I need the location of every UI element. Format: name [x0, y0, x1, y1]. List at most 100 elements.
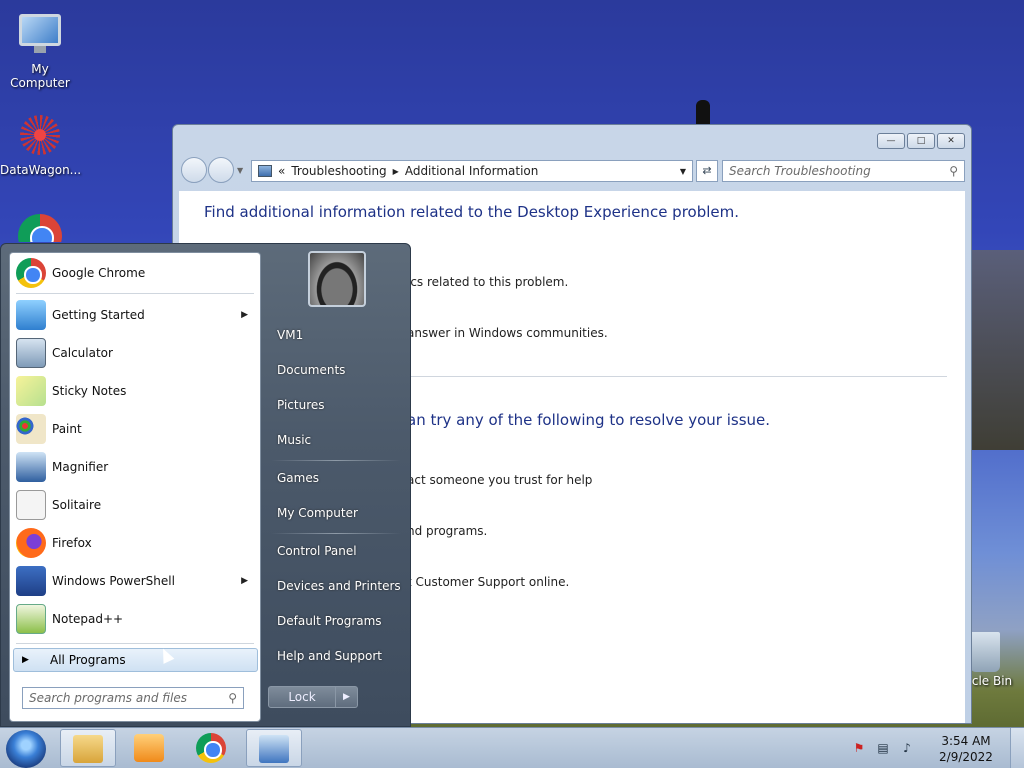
- user-avatar[interactable]: [308, 251, 366, 307]
- taskbar-control-panel[interactable]: [246, 729, 302, 767]
- breadcrumb-troubleshooting[interactable]: Troubleshooting: [291, 164, 386, 178]
- taskbar-chrome[interactable]: [184, 729, 240, 767]
- all-programs-arrow-icon: ▶: [22, 655, 29, 665]
- all-programs-button[interactable]: ▶ All Programs: [13, 648, 258, 672]
- start-right-music[interactable]: Music: [277, 433, 311, 447]
- address-bar[interactable]: « Troubleshooting ▶ Additional Informati…: [251, 160, 693, 182]
- clock-time: 3:54 AM: [941, 733, 991, 748]
- breadcrumb-additional-information[interactable]: Additional Information: [405, 164, 539, 178]
- lock-control: Lock ▶: [268, 686, 358, 708]
- taskbar: ⚑ ▤ ♪ 3:54 AM 2/9/2022: [0, 727, 1024, 768]
- start-right-control-panel[interactable]: Control Panel: [277, 544, 357, 558]
- recent-pages-dropdown[interactable]: ▼: [237, 166, 243, 175]
- taskbar-media-player[interactable]: [122, 729, 178, 767]
- program-label: Google Chrome: [52, 266, 146, 280]
- all-programs-label: All Programs: [50, 653, 126, 667]
- breadcrumb-overflow[interactable]: «: [278, 164, 285, 178]
- chrome-icon: [196, 733, 226, 763]
- program-label: Paint: [52, 422, 82, 436]
- submenu-arrow-icon: ▶: [241, 576, 248, 586]
- back-button[interactable]: [181, 157, 207, 183]
- start-right-vm1[interactable]: VM1: [277, 328, 303, 342]
- program-paint[interactable]: Paint: [12, 411, 258, 447]
- start-right-default-programs[interactable]: Default Programs: [277, 614, 382, 628]
- desktop-icon-datawagon[interactable]: DataWagon...: [0, 112, 81, 177]
- paint-icon: [16, 414, 46, 444]
- volume-icon[interactable]: ♪: [898, 741, 916, 757]
- program-label: Firefox: [52, 536, 92, 550]
- start-right-pictures[interactable]: Pictures: [277, 398, 325, 412]
- program-calculator[interactable]: Calculator: [12, 335, 258, 371]
- program-firefox[interactable]: Firefox: [12, 525, 258, 561]
- close-button[interactable]: ✕: [937, 133, 965, 149]
- search-icon: ⚲: [228, 691, 237, 705]
- desktop-icon-chrome[interactable]: [0, 214, 80, 242]
- lock-button[interactable]: Lock: [268, 686, 336, 708]
- right-separator: [271, 533, 401, 534]
- programs-pane: Google Chrome Getting Started ▶ Calculat…: [9, 252, 261, 722]
- calculator-icon: [16, 338, 46, 368]
- action-center-flag-icon[interactable]: ⚑: [850, 741, 868, 757]
- page-heading: Find additional information related to t…: [204, 203, 740, 221]
- nav-buttons: ▼: [181, 157, 243, 183]
- program-google-chrome[interactable]: Google Chrome: [12, 255, 258, 291]
- start-menu: Google Chrome Getting Started ▶ Calculat…: [0, 243, 411, 727]
- program-getting-started[interactable]: Getting Started ▶: [12, 297, 258, 333]
- network-icon[interactable]: ▤: [874, 741, 892, 757]
- address-dropdown-icon[interactable]: ▼: [680, 167, 686, 176]
- search-box[interactable]: Search Troubleshooting ⚲: [722, 160, 965, 182]
- program-magnifier[interactable]: Magnifier: [12, 449, 258, 485]
- program-sticky-notes[interactable]: Sticky Notes: [12, 373, 258, 409]
- shutdown-options-arrow-icon[interactable]: ▶: [336, 686, 358, 708]
- desktop-icon-my-computer[interactable]: My Computer: [0, 8, 80, 90]
- all-programs-separator: [16, 643, 254, 644]
- datawagon-icon: [17, 115, 63, 161]
- notepadpp-icon: [16, 604, 46, 634]
- program-label: Getting Started: [52, 308, 145, 322]
- start-right-devices-and-printers[interactable]: Devices and Printers: [277, 579, 401, 593]
- minimize-button[interactable]: —: [877, 133, 905, 149]
- window-controls: — □ ✕: [877, 133, 965, 149]
- start-right-my-computer[interactable]: My Computer: [277, 506, 358, 520]
- clock-date: 2/9/2022: [939, 749, 993, 764]
- control-panel-icon: [259, 735, 289, 763]
- solitaire-icon: [16, 490, 46, 520]
- show-desktop-button[interactable]: [1010, 728, 1024, 768]
- program-windows-powershell[interactable]: Windows PowerShell ▶: [12, 563, 258, 599]
- pinned-separator: [16, 293, 254, 294]
- folder-icon: [73, 735, 103, 763]
- chrome-icon: [18, 214, 62, 242]
- link-customer-support[interactable]: t Customer Support online.: [407, 575, 569, 589]
- link-windows-communities[interactable]: answer in Windows communities.: [407, 326, 608, 340]
- link-programs[interactable]: nd programs.: [407, 524, 487, 538]
- start-right-help-and-support[interactable]: Help and Support: [277, 649, 382, 663]
- link-contact-someone[interactable]: act someone you trust for help: [407, 473, 592, 487]
- start-search-placeholder: Search programs and files: [29, 691, 187, 705]
- refresh-button[interactable]: ⇄: [696, 160, 718, 182]
- breadcrumb-chevron-icon: ▶: [392, 166, 399, 176]
- sticky-notes-icon: [16, 376, 46, 406]
- start-right-documents[interactable]: Documents: [277, 363, 345, 377]
- program-solitaire[interactable]: Solitaire: [12, 487, 258, 523]
- start-right-games[interactable]: Games: [277, 471, 319, 485]
- program-label: Notepad++: [52, 612, 124, 626]
- forward-button[interactable]: [208, 157, 234, 183]
- maximize-button[interactable]: □: [907, 133, 935, 149]
- link-related-topics[interactable]: ics related to this problem.: [407, 275, 568, 289]
- program-label: Windows PowerShell: [52, 574, 175, 588]
- start-search-box[interactable]: Search programs and files ⚲: [22, 687, 244, 709]
- magnifier-icon: [16, 452, 46, 482]
- desktop-icon-label: My Computer: [10, 62, 70, 90]
- recycle-bin-icon: [970, 632, 1000, 672]
- powershell-icon: [16, 566, 46, 596]
- search-icon: ⚲: [949, 164, 958, 178]
- section-heading: an try any of the following to resolve y…: [407, 411, 771, 429]
- right-separator: [271, 460, 401, 461]
- program-label: Sticky Notes: [52, 384, 127, 398]
- taskbar-explorer[interactable]: [60, 729, 116, 767]
- start-button[interactable]: [6, 730, 46, 768]
- media-player-icon: [134, 734, 164, 762]
- clock[interactable]: 3:54 AM 2/9/2022: [922, 733, 1010, 765]
- chrome-icon: [16, 258, 46, 288]
- program-notepadpp[interactable]: Notepad++: [12, 601, 258, 637]
